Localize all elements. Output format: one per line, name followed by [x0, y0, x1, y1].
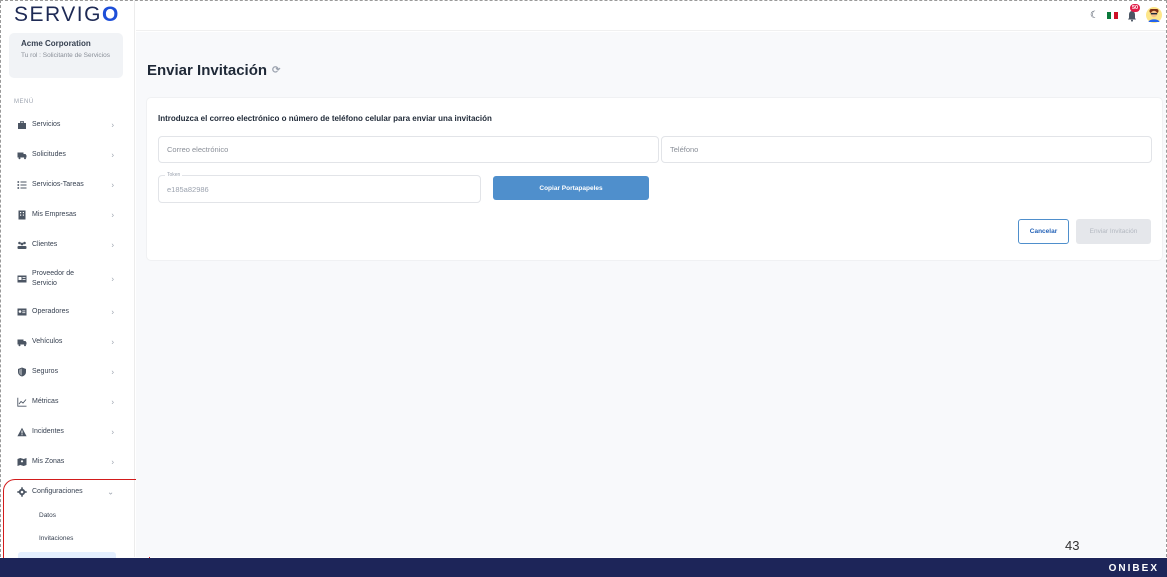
top-bar: ☾ 50: [136, 1, 1166, 31]
sidebar-item-seguros[interactable]: Seguros ›: [1, 358, 135, 386]
user-role: Tu rol : Solicitante de Servicios: [21, 52, 110, 59]
sidebar-item-label: Seguros: [32, 367, 59, 375]
sidebar-item-solicitudes[interactable]: Solicitudes ›: [1, 141, 135, 169]
sidebar-item-mis-empresas[interactable]: Mis Empresas ›: [1, 201, 135, 229]
sidebar-item-label: Vehículos: [32, 337, 63, 345]
sidebar-item-label: Mis Zonas: [32, 457, 65, 465]
chevron-right-icon: ›: [111, 150, 114, 160]
page-title: Enviar Invitación ⟳: [147, 62, 281, 79]
moon-icon[interactable]: ☾: [1090, 10, 1099, 21]
copy-clipboard-button[interactable]: Copiar Portapapeles: [493, 176, 649, 200]
chevron-right-icon: ›: [111, 120, 114, 130]
sidebar-item-proveedor-de-servicio[interactable]: Proveedor de Servicio ›: [1, 263, 135, 295]
sidebar-item-metricas[interactable]: Métricas ›: [1, 388, 135, 416]
sidebar-item-label: Clientes: [32, 240, 58, 248]
token-value: e185a82986: [167, 185, 209, 194]
sidebar-item-label: Incidentes: [32, 427, 64, 435]
sidebar-item-label: Mis Empresas: [32, 210, 77, 218]
token-field[interactable]: Token e185a82986: [158, 172, 481, 203]
bell-icon[interactable]: 50: [1126, 4, 1141, 22]
warning-icon: [17, 427, 27, 437]
shield-icon: [17, 367, 27, 377]
chevron-right-icon: ›: [111, 307, 114, 317]
sidebar-item-incidentes[interactable]: Incidentes ›: [1, 418, 135, 446]
chevron-right-icon: ›: [111, 240, 114, 250]
building-icon: [17, 210, 27, 220]
chart-line-icon: [17, 397, 27, 407]
sidebar-item-label: Operadores: [32, 307, 69, 315]
chevron-right-icon: ›: [111, 367, 114, 377]
organization-name: Acme Corporation: [21, 39, 91, 48]
cancel-button[interactable]: Cancelar: [1018, 219, 1069, 244]
chevron-right-icon: ›: [111, 457, 114, 467]
mexico-flag-icon[interactable]: [1107, 11, 1119, 19]
sidebar-item-label: Proveedor de Servicio: [32, 269, 75, 288]
sidebar-item-servicios[interactable]: Servicios ›: [1, 111, 135, 139]
truck-icon: [17, 150, 27, 160]
top-bar-actions: ☾ 50: [1090, 4, 1162, 23]
id-card-icon: [17, 274, 27, 284]
users-icon: [17, 240, 27, 250]
token-label: Token: [165, 172, 183, 178]
notification-badge: 50: [1130, 4, 1141, 12]
send-invitation-button[interactable]: Enviar Invitación: [1076, 219, 1151, 244]
invitation-instructions: Introduzca el correo electrónico o númer…: [158, 114, 492, 123]
refresh-icon[interactable]: ⟳: [272, 65, 280, 76]
chevron-right-icon: ›: [111, 337, 114, 347]
organization-card[interactable]: Acme Corporation Tu rol : Solicitante de…: [9, 33, 123, 78]
chevron-right-icon: ›: [111, 180, 114, 190]
app-logo[interactable]: SERVIGO: [14, 3, 120, 27]
main-content: Enviar Invitación ⟳ Introduzca el correo…: [136, 32, 1166, 557]
sidebar-item-clientes[interactable]: Clientes ›: [1, 231, 135, 259]
footer-bar: ONIBEX: [0, 558, 1167, 577]
page-number: 43: [1065, 538, 1080, 553]
task-list-icon: [17, 180, 27, 190]
operator-card-icon: [17, 307, 27, 317]
menu-label: MENÚ: [14, 99, 34, 105]
sidebar-item-label: Servicios-Tareas: [32, 180, 84, 188]
map-icon: [17, 457, 27, 467]
sidebar-item-label: Solicitudes: [32, 150, 66, 158]
sidebar-item-mis-zonas[interactable]: Mis Zonas ›: [1, 448, 135, 476]
sidebar-item-vehiculos[interactable]: Vehículos ›: [1, 328, 135, 356]
avatar[interactable]: [1146, 7, 1162, 23]
brand-logo: ONIBEX: [1108, 563, 1159, 574]
sidebar-item-label: Métricas: [32, 397, 59, 405]
sidebar-item-servicios-tareas[interactable]: Servicios-Tareas ›: [1, 171, 135, 199]
phone-input[interactable]: [661, 136, 1152, 163]
truck-icon: [17, 337, 27, 347]
sidebar: SERVIGO Acme Corporation Tu rol : Solici…: [1, 1, 135, 571]
chevron-right-icon: ›: [111, 397, 114, 407]
sidebar-item-label: Servicios: [32, 120, 61, 128]
email-input[interactable]: [158, 136, 659, 163]
chevron-right-icon: ›: [111, 210, 114, 220]
chevron-right-icon: ›: [111, 274, 114, 284]
sidebar-item-operadores[interactable]: Operadores ›: [1, 298, 135, 326]
invitation-card: Introduzca el correo electrónico o númer…: [147, 98, 1162, 260]
chevron-right-icon: ›: [111, 427, 114, 437]
briefcase-icon: [17, 120, 27, 130]
